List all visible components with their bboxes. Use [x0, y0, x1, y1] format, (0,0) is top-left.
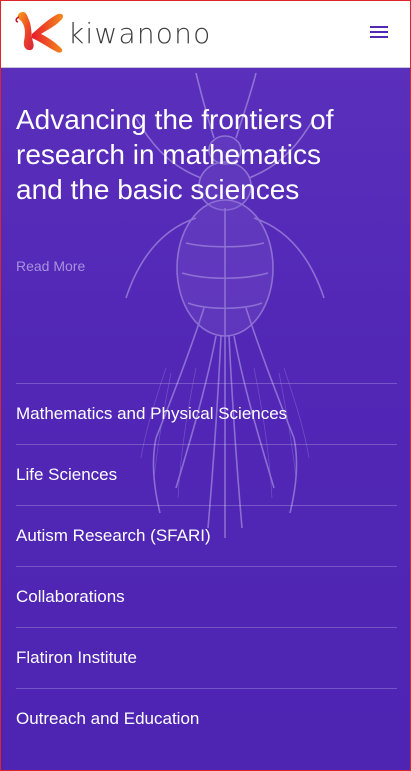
kiwanono-logo-mark-icon[interactable]: [14, 8, 66, 54]
logo-text[interactable]: kiwanono: [68, 16, 211, 52]
nav-item-life-sciences[interactable]: Life Sciences: [16, 445, 397, 506]
hamburger-menu-icon[interactable]: [370, 23, 388, 43]
nav-item-collaborations[interactable]: Collaborations: [16, 567, 397, 628]
page: kiwanono Advancing the frontiers of rese…: [0, 0, 411, 771]
hero-headline: Advancing the frontiers of research in m…: [16, 104, 334, 205]
hero-section: Advancing the frontiers of research in m…: [1, 68, 410, 770]
nav-item-autism-research[interactable]: Autism Research (SFARI): [16, 506, 397, 567]
nav-item-outreach-education[interactable]: Outreach and Education: [16, 689, 397, 749]
site-header: kiwanono: [1, 1, 410, 68]
program-nav-list: Mathematics and Physical Sciences Life S…: [16, 383, 397, 749]
read-more-link[interactable]: Read More: [16, 258, 85, 274]
nav-item-mathematics-physical-sciences[interactable]: Mathematics and Physical Sciences: [16, 384, 397, 445]
nav-item-flatiron-institute[interactable]: Flatiron Institute: [16, 628, 397, 689]
